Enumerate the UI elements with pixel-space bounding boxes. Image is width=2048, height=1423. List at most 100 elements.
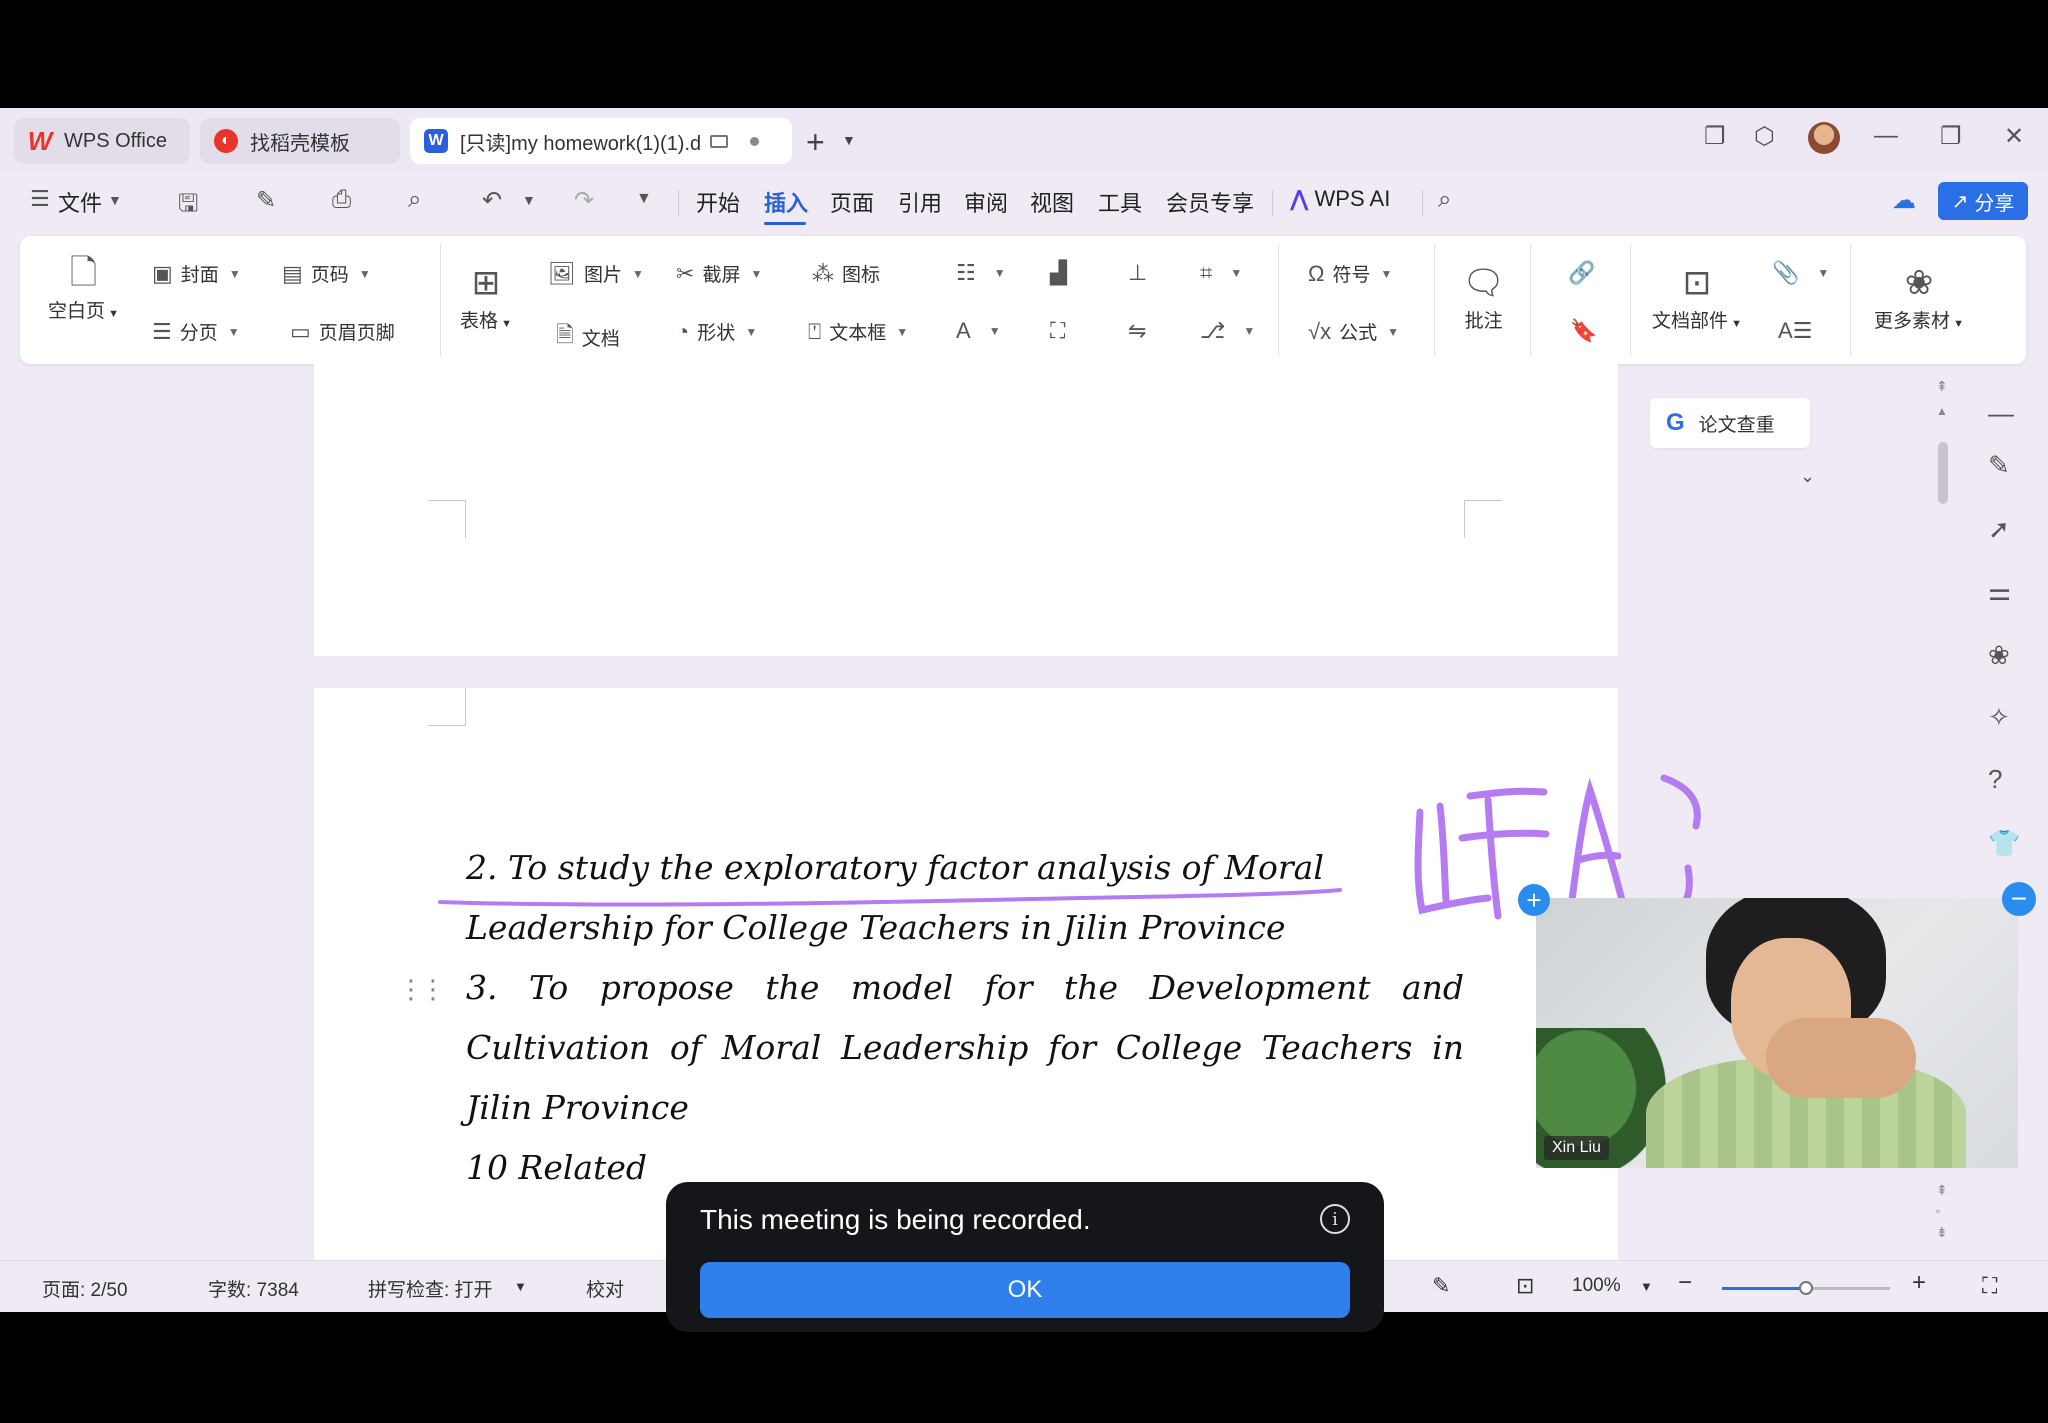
menu-home[interactable]: 开始 (696, 186, 740, 218)
cloud-upload-icon[interactable]: ☁ (1892, 186, 1916, 215)
info-icon[interactable]: i (1320, 1204, 1350, 1234)
tab-document[interactable]: W [只读]my homework(1)(1).d (410, 118, 792, 164)
chevron-down-icon[interactable]: ▼ (1380, 267, 1392, 281)
more-chevron-icon[interactable]: ▼ (636, 190, 652, 208)
print-preview-icon[interactable]: ⌕ (408, 186, 421, 214)
prev-page-icon[interactable]: ⇞ (1936, 1182, 1948, 1199)
hamburger-icon[interactable]: ☰ (30, 186, 50, 212)
first-letter-button[interactable]: A☰ (1778, 318, 1820, 344)
bookmark-button[interactable]: 🔖 (1570, 318, 1605, 344)
chevron-down-icon[interactable]: ▼ (108, 192, 122, 208)
chevron-down-icon[interactable]: ▼ (359, 267, 371, 281)
page-count[interactable]: 页面: 2/50 (42, 1275, 128, 1302)
new-tab-plus-icon[interactable]: + (806, 124, 825, 161)
shape-button[interactable]: ◔ 形状 ▼ (676, 318, 757, 345)
zoom-slider-knob[interactable] (1799, 1281, 1813, 1295)
minimize-video-icon[interactable]: − (2002, 882, 2036, 916)
chevron-down-icon[interactable]: ⌄ (1800, 466, 1815, 487)
chevron-down-icon[interactable]: ▼ (842, 132, 856, 148)
zoom-slider[interactable] (1722, 1281, 1890, 1295)
comment-button[interactable]: 🗨 批注 (1462, 264, 1505, 333)
materials-icon[interactable]: ❀ (1988, 640, 2010, 671)
undo-icon[interactable]: ↶ (482, 186, 502, 215)
mind-map-button[interactable]: ⌗ ▼ (1200, 260, 1242, 286)
zoom-in-icon[interactable]: + (1912, 1269, 1926, 1297)
textbox-button[interactable]: ⍞ 文本框 ▼ (808, 318, 908, 345)
pen-icon[interactable]: ✎ (1988, 450, 2010, 481)
proofread[interactable]: 校对 (586, 1275, 624, 1302)
menu-references[interactable]: 引用 (898, 186, 942, 218)
doc-parts-button[interactable]: ⊡ 文档部件 ▼ (1652, 264, 1742, 333)
help-icon[interactable]: ? (1988, 764, 2002, 795)
restore-icon[interactable]: ❐ (1940, 122, 1962, 151)
section-break-button[interactable]: ☰ 分页 ▼ (152, 318, 240, 345)
next-page-icon[interactable]: ⇟ (1936, 1224, 1948, 1241)
chevron-down-icon[interactable]: ▼ (1387, 325, 1399, 339)
shirt-icon[interactable]: 👕 (1988, 828, 2020, 859)
menu-file[interactable]: 文件 (58, 186, 102, 218)
menu-tools[interactable]: 工具 (1098, 186, 1142, 218)
attachment-button[interactable]: 📎 ▼ (1772, 260, 1829, 286)
more-materials-button[interactable]: ❀ 更多素材 ▼ (1874, 264, 1964, 333)
picture-button[interactable]: 🖼 图片 ▼ (548, 260, 644, 287)
settings-sliders-icon[interactable]: ⚌ (1988, 576, 2011, 607)
word-count[interactable]: 字数: 7384 (208, 1275, 299, 1302)
diagram-button[interactable]: ⎇ ▼ (1200, 318, 1255, 344)
org-chart-button[interactable]: ⊥ (1128, 260, 1155, 286)
chart-button[interactable]: ▟ (1050, 260, 1075, 286)
chevron-down-icon[interactable]: ▼ (989, 324, 1001, 338)
tab-template[interactable]: ◐ 找稻壳模板 (200, 118, 400, 164)
hyperlink-button[interactable]: 🔗 (1568, 260, 1603, 286)
chevron-down-icon[interactable]: ▼ (1640, 1279, 1653, 1294)
formula-button[interactable]: √x 公式 ▼ (1308, 318, 1399, 345)
menu-wps-ai[interactable]: ⋀ WPS AI (1290, 186, 1390, 212)
chevron-down-icon[interactable]: ▼ (522, 192, 536, 208)
menu-view[interactable]: 视图 (1030, 186, 1074, 218)
scroll-up-icon[interactable]: ▲ (1936, 404, 1948, 418)
cover-button[interactable]: ▣ 封面 ▼ (152, 260, 241, 287)
close-icon[interactable]: ✕ (2004, 122, 2024, 151)
search-icon[interactable]: ⌕ (1438, 186, 1451, 214)
format-painter-icon[interactable]: ✎ (256, 186, 276, 215)
fullscreen-icon[interactable]: ⛶ (1982, 1273, 1997, 1299)
chevron-down-icon[interactable]: ▼ (994, 266, 1006, 280)
minimize-icon[interactable]: — (1874, 122, 1898, 150)
menu-page[interactable]: 页面 (830, 186, 874, 218)
menu-insert[interactable]: 插入 (764, 186, 808, 218)
participant-video[interactable]: Xin Liu (1536, 898, 2018, 1168)
chevron-down-icon[interactable]: ▼ (750, 267, 762, 281)
drag-handle-icon[interactable]: ⋮⋮ (398, 974, 446, 1005)
collapse-icon[interactable]: — (1988, 398, 2014, 429)
window-list-icon[interactable]: ❐ (1704, 122, 1726, 151)
share-button[interactable]: ↗ 分享 (1938, 182, 2028, 220)
table-button[interactable]: ⊞ 表格 ▼ (460, 264, 512, 333)
menu-membership[interactable]: 会员专享 (1166, 186, 1254, 218)
art-text-button[interactable]: A ▼ (956, 318, 1001, 344)
pointer-icon[interactable]: ➚ (1988, 514, 2010, 545)
chart-type-button[interactable]: ☷ ▼ (956, 260, 1006, 286)
plagiarism-check-button[interactable]: G 论文查重 (1650, 398, 1810, 448)
zoom-out-icon[interactable]: − (1678, 1269, 1692, 1297)
chevron-down-icon[interactable]: ▼ (228, 325, 240, 339)
tab-wps-office[interactable]: W WPS Office (14, 118, 190, 164)
document-page-1[interactable] (314, 364, 1618, 656)
pen-mode-icon[interactable]: ✎ (1432, 1273, 1450, 1299)
spell-check[interactable]: 拼写检查: 打开 (368, 1275, 493, 1302)
ok-button[interactable]: OK (700, 1262, 1350, 1318)
user-avatar[interactable] (1808, 122, 1840, 154)
chevron-down-icon[interactable]: ▼ (896, 325, 908, 339)
chevron-down-icon[interactable]: ▼ (745, 325, 757, 339)
redo-icon[interactable]: ↷ (574, 186, 594, 215)
chevron-down-icon[interactable]: ▼ (514, 1279, 527, 1294)
fit-page-icon[interactable]: ⊡ (1516, 1273, 1534, 1299)
chevron-down-icon[interactable]: ▼ (1817, 266, 1829, 280)
cube-icon[interactable]: ⬡ (1754, 122, 1775, 151)
flowchart-button[interactable]: ⇋ (1128, 318, 1154, 344)
chevron-down-icon[interactable]: ▼ (1230, 266, 1242, 280)
print-icon[interactable]: ⎙ (332, 186, 351, 214)
header-footer-button[interactable]: ▭ 页眉页脚 (290, 318, 395, 345)
annotation-plus-icon[interactable]: + (1518, 884, 1550, 916)
magic-tools-icon[interactable]: ✧ (1988, 702, 2010, 733)
icons-button[interactable]: ⁂ 图标 (812, 260, 880, 287)
page-number-button[interactable]: ▤ 页码 ▼ (282, 260, 371, 287)
